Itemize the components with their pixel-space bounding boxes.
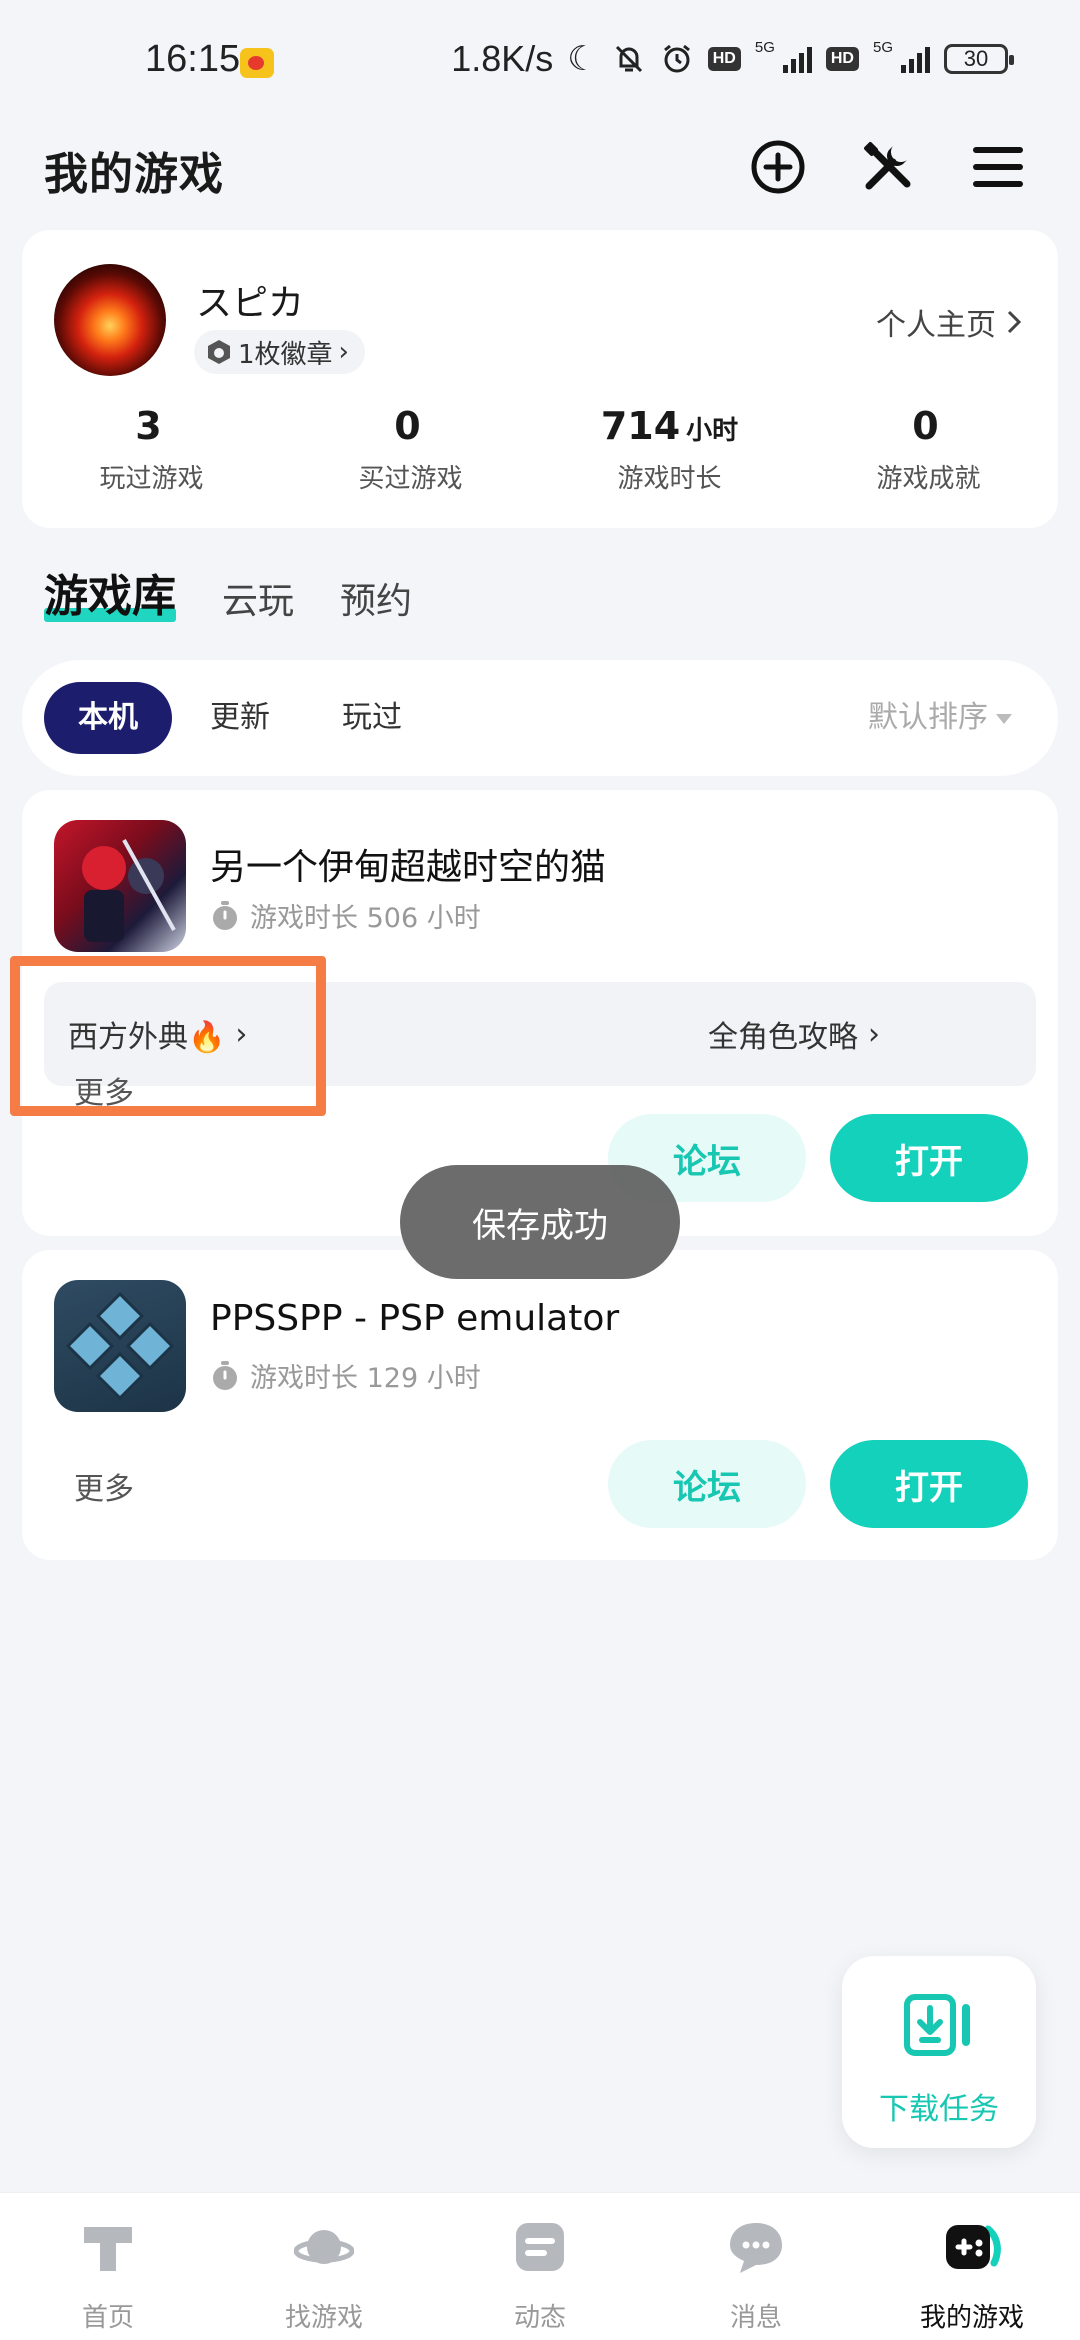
username: スピカ — [196, 283, 305, 324]
tab-library[interactable]: 游戏库 — [44, 560, 176, 624]
tab-cloud[interactable]: 云玩 — [222, 572, 294, 624]
badge-button[interactable]: 1枚徽章 › — [194, 330, 365, 374]
filter-played[interactable]: 玩过 — [342, 682, 402, 754]
stat-label: 游戏成就 — [876, 464, 981, 494]
stopwatch-icon — [213, 900, 237, 930]
tab-reservations[interactable]: 预约 — [340, 572, 412, 624]
network-type-2: 5G — [872, 38, 893, 56]
download-tasks-button[interactable]: 下载任务 — [842, 1956, 1036, 2148]
stat-label: 买过游戏 — [358, 464, 463, 494]
status-right: 1.8K/s ☾ HD 5G HD 5G 30 — [451, 38, 1014, 80]
signal-icon — [782, 45, 812, 73]
nav-label: 我的游戏 — [919, 2303, 1024, 2333]
plus-circle-icon — [751, 140, 805, 194]
medal-icon — [208, 340, 230, 364]
gamepad-icon — [946, 2225, 1001, 2269]
stat-value: 0 — [912, 404, 939, 448]
nav-label: 首页 — [81, 2303, 134, 2333]
caret-down-icon — [996, 713, 1012, 724]
stat-played[interactable]: 3 玩过游戏 — [22, 400, 281, 495]
avatar[interactable] — [54, 264, 166, 376]
stat-value: 0 — [394, 404, 421, 448]
chevron-right-icon: › — [338, 337, 349, 367]
open-button[interactable]: 打开 — [830, 1440, 1028, 1528]
weibo-notification-icon — [240, 48, 274, 78]
game-title[interactable]: PPSSPP - PSP emulator — [210, 1298, 619, 1339]
chat-icon — [730, 2223, 782, 2273]
game-card: PPSSPP - PSP emulator 游戏时长 129 小时 更多 论坛 … — [22, 1250, 1058, 1560]
download-tasks-label: 下载任务 — [879, 2092, 999, 2127]
game-icon[interactable] — [54, 820, 186, 952]
page-title: 我的游戏 — [44, 149, 224, 200]
hamburger-icon — [973, 147, 1023, 187]
network-speed: 1.8K/s — [451, 38, 554, 79]
home-icon — [84, 2227, 132, 2271]
nav-label: 找游戏 — [284, 2303, 363, 2333]
nav-label: 动态 — [513, 2303, 566, 2333]
network-type: 5G — [754, 38, 775, 56]
mute-bell-icon — [615, 45, 642, 73]
stats-row: 3 玩过游戏 0 买过游戏 714 小时 游戏时长 0 游戏成就 — [22, 400, 1058, 495]
stopwatch-icon — [213, 1360, 237, 1390]
hd-badge: HD — [707, 47, 741, 71]
nav-feed[interactable]: 动态 — [432, 2193, 648, 2340]
game-title[interactable]: 另一个伊甸超越时空的猫 — [210, 838, 606, 890]
game-playtime: 游戏时长 506 小时 — [210, 896, 481, 935]
guide-link-all-characters[interactable]: 全角色攻略 › — [552, 982, 1036, 1086]
nav-home[interactable]: 首页 — [0, 2193, 216, 2340]
game-playtime: 游戏时长 129 小时 — [210, 1356, 481, 1395]
badge-label: 1枚徽章 — [238, 339, 333, 370]
status-bar: 16:15 1.8K/s ☾ HD 5G HD 5G 30 — [0, 0, 1080, 120]
library-tabs: 游戏库 云玩 预约 — [44, 560, 412, 624]
forum-button[interactable]: 论坛 — [608, 1440, 806, 1528]
filter-bar: 本机 更新 玩过 默认排序 — [22, 660, 1058, 776]
tools-button[interactable] — [856, 135, 920, 199]
highlight-box — [10, 956, 326, 1116]
filter-local[interactable]: 本机 — [44, 682, 172, 754]
download-icon — [904, 1994, 970, 2056]
stat-achievements[interactable]: 0 游戏成就 — [799, 400, 1058, 495]
chevron-right-icon — [1007, 310, 1022, 334]
alarm-icon — [663, 44, 690, 73]
stat-value: 714 小时 — [600, 404, 739, 448]
profile-card: スピカ 1枚徽章 › 个人主页 3 玩过游戏 0 买过游戏 714 小时 游戏时长… — [22, 230, 1058, 528]
more-button[interactable]: 更多 — [74, 1464, 134, 1508]
stat-label: 玩过游戏 — [99, 464, 204, 494]
signal-icon-2 — [901, 45, 930, 73]
battery-indicator: 30 — [944, 44, 1014, 74]
nav-find-games[interactable]: 找游戏 — [216, 2193, 432, 2340]
game-artwork — [82, 839, 176, 942]
tools-icon — [864, 142, 911, 190]
moon-icon: ☾ — [567, 40, 598, 78]
nav-my-games[interactable]: 我的游戏 — [864, 2193, 1080, 2340]
add-button[interactable] — [746, 135, 810, 199]
open-button[interactable]: 打开 — [830, 1114, 1028, 1202]
bottom-nav: 首页 找游戏 动态 消息 我的游戏 — [0, 2192, 1080, 2340]
stat-playtime[interactable]: 714 小时 游戏时长 — [540, 400, 799, 495]
game-icon[interactable] — [54, 1280, 186, 1412]
status-time: 16:15 — [145, 38, 241, 80]
stat-bought[interactable]: 0 买过游戏 — [281, 400, 540, 495]
profile-link-label: 个人主页 — [876, 308, 996, 343]
hd-badge-2: HD — [825, 47, 859, 71]
menu-button[interactable] — [966, 135, 1030, 199]
feed-icon — [516, 2223, 564, 2271]
sort-dropdown[interactable]: 默认排序 — [868, 682, 1012, 754]
nav-messages[interactable]: 消息 — [648, 2193, 864, 2340]
stat-label: 游戏时长 — [617, 464, 722, 494]
nav-label: 消息 — [729, 2303, 782, 2333]
ppsspp-logo-icon — [65, 1291, 175, 1401]
profile-page-link[interactable]: 个人主页 — [876, 300, 1022, 344]
planet-icon — [294, 2230, 354, 2264]
filter-updates[interactable]: 更新 — [210, 682, 270, 754]
toast-message: 保存成功 — [400, 1165, 680, 1279]
chevron-right-icon: › — [868, 1016, 880, 1052]
stat-value: 3 — [135, 404, 162, 448]
